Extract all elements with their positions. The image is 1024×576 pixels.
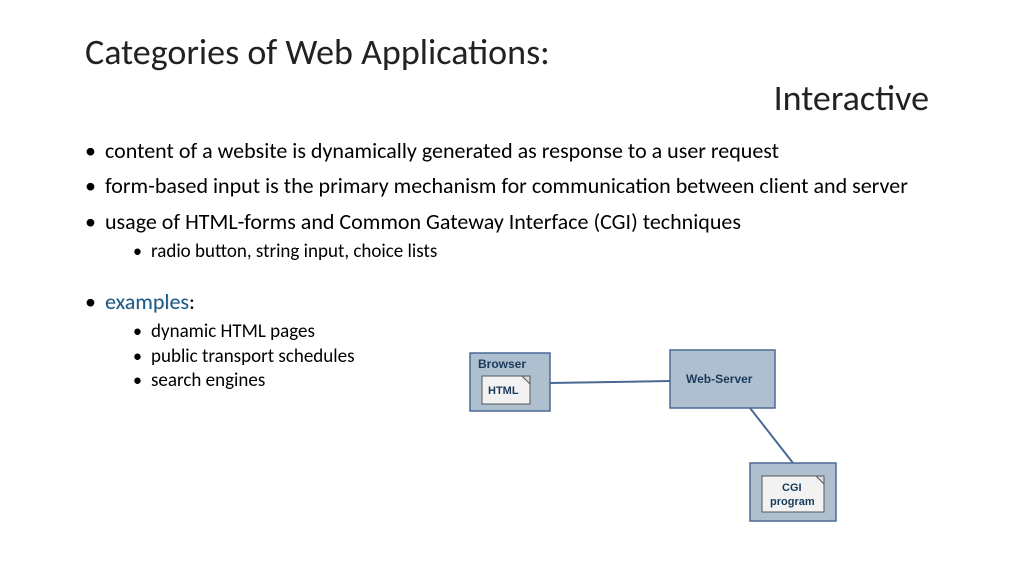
webserver-label: Web-Server (686, 372, 753, 386)
bullet-2: form-based input is the primary mechanis… (85, 173, 939, 198)
examples-label: examples (105, 288, 189, 315)
line-server-cgi (750, 408, 793, 463)
bullet-3: usage of HTML-forms and Common Gateway I… (85, 209, 939, 265)
cgi-label-1: CGI (782, 482, 802, 494)
html-doc-icon: HTML (482, 376, 530, 404)
bullet-4-sub-1: dynamic HTML pages (133, 320, 939, 345)
html-label: HTML (488, 385, 519, 397)
bullet-1: content of a website is dynamically gene… (85, 138, 939, 163)
spacer (85, 275, 939, 289)
title-line-2: Interactive (85, 76, 939, 120)
examples-colon: : (189, 288, 195, 315)
title-line-1: Categories of Web Applications: (85, 30, 939, 74)
bullet-3-text: usage of HTML-forms and Common Gateway I… (105, 208, 741, 235)
cgi-label-2: program (770, 496, 815, 508)
architecture-diagram: Browser HTML Web-Server CGI program (460, 348, 900, 548)
browser-label: Browser (478, 357, 526, 371)
line-browser-server (550, 381, 670, 383)
bullet-3-sublist: radio button, string input, choice lists (105, 240, 939, 265)
bullet-3-sub-1: radio button, string input, choice lists (133, 240, 939, 265)
cgi-doc-icon: CGI program (762, 476, 824, 512)
bullet-list: content of a website is dynamically gene… (85, 138, 939, 265)
